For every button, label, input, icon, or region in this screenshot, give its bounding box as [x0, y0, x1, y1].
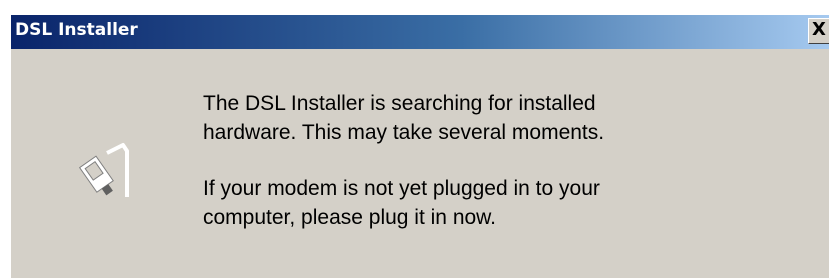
searching-message: The DSL Installer is searching for insta…	[203, 89, 823, 147]
title-bar[interactable]: DSL Installer X	[11, 15, 829, 49]
plug-in-instruction: If your modem is not yet plugged in to y…	[203, 174, 823, 232]
searching-message-line-1: The DSL Installer is searching for insta…	[203, 92, 596, 115]
dialog-content: The DSL Installer is searching for insta…	[11, 49, 829, 279]
window-title: DSL Installer	[15, 20, 138, 40]
close-button[interactable]: X	[808, 18, 829, 44]
plug-in-instruction-line-1: If your modem is not yet plugged in to y…	[203, 177, 600, 200]
dsl-installer-window: DSL Installer X The DSL Installer is sea…	[10, 14, 829, 278]
searching-message-line-2: hardware. This may take several moments.	[203, 121, 605, 144]
plug-in-instruction-line-2: computer, please plug it in now.	[203, 206, 497, 229]
usb-cable-icon	[78, 143, 129, 197]
